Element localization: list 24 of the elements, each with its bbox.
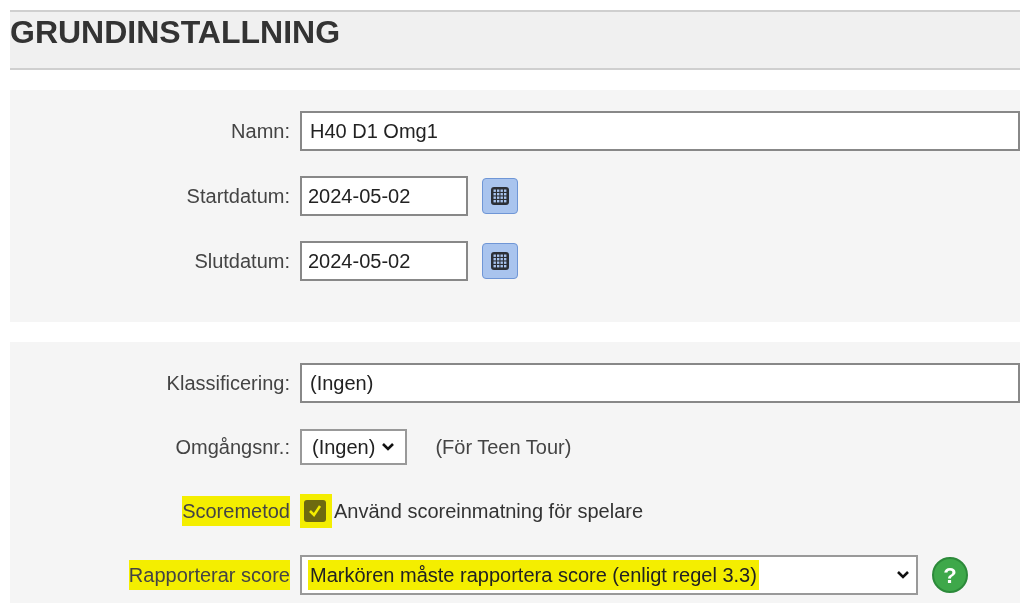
calendar-icon bbox=[490, 186, 510, 206]
field-label: Namn: bbox=[231, 119, 290, 144]
hint-text: (För Teen Tour) bbox=[435, 435, 572, 460]
field-label: Startdatum: bbox=[186, 184, 290, 209]
field-label: Omgångsnr.: bbox=[175, 435, 290, 460]
dropdown[interactable]: Markören måste rapportera score (enligt regel 3.3) bbox=[300, 555, 918, 595]
text-field[interactable]: (Ingen) bbox=[300, 363, 1020, 403]
text-field[interactable]: H40 D1 Omg1 bbox=[300, 111, 1020, 151]
field-label: Scoremetod bbox=[182, 496, 290, 526]
date-field[interactable]: 2024-05-02 bbox=[300, 241, 468, 281]
date-field[interactable]: 2024-05-02 bbox=[300, 176, 468, 216]
calendar-button[interactable] bbox=[482, 178, 518, 214]
check-icon bbox=[307, 503, 323, 519]
field-label: Klassificering: bbox=[166, 371, 290, 396]
dropdown[interactable]: (Ingen) bbox=[300, 429, 408, 465]
page-title: GRUNDINSTALLNING bbox=[10, 14, 341, 50]
chevron-down-icon bbox=[896, 570, 910, 580]
field-label: Rapporterar score bbox=[128, 560, 290, 590]
calendar-icon bbox=[490, 251, 510, 271]
field-label: Slutdatum: bbox=[194, 249, 290, 274]
checkbox[interactable] bbox=[304, 500, 326, 522]
calendar-button[interactable] bbox=[482, 243, 518, 279]
chevron-down-icon bbox=[381, 442, 396, 452]
checkbox-label: Använd scoreinmatning för spelare bbox=[334, 499, 644, 524]
